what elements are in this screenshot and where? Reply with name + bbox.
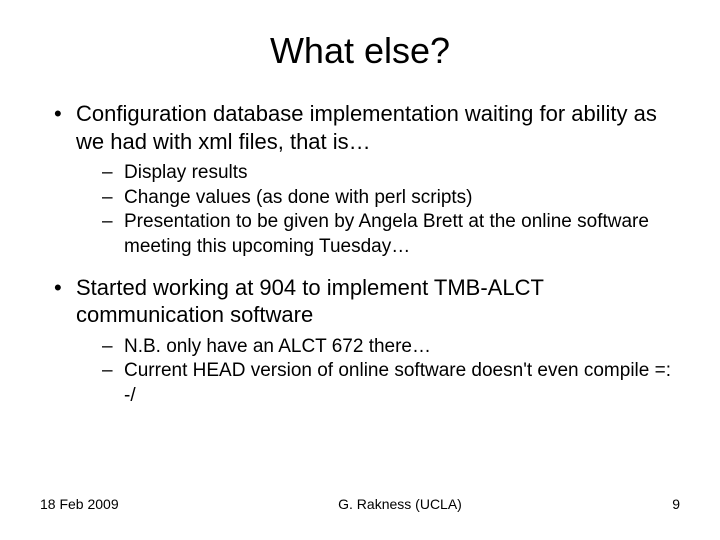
footer-page-number: 9	[640, 496, 680, 512]
list-item: Change values (as done with perl scripts…	[102, 186, 680, 211]
sub-bullet-text: Display results	[124, 162, 248, 183]
footer-date: 18 Feb 2009	[40, 496, 160, 512]
slide-footer: 18 Feb 2009 G. Rakness (UCLA) 9	[0, 496, 720, 512]
sub-list: Display results Change values (as done w…	[76, 161, 680, 260]
bullet-text: Started working at 904 to implement TMB-…	[76, 275, 544, 328]
sub-bullet-text: Current HEAD version of online software …	[124, 360, 671, 406]
sub-list: N.B. only have an ALCT 672 there… Curren…	[76, 335, 680, 409]
sub-bullet-text: N.B. only have an ALCT 672 there…	[124, 336, 431, 357]
list-item: N.B. only have an ALCT 672 there…	[102, 335, 680, 360]
sub-bullet-text: Presentation to be given by Angela Brett…	[124, 211, 649, 257]
bullet-list: Configuration database implementation wa…	[40, 100, 680, 409]
list-item: Configuration database implementation wa…	[50, 100, 680, 260]
list-item: Presentation to be given by Angela Brett…	[102, 210, 680, 259]
sub-bullet-text: Change values (as done with perl scripts…	[124, 187, 473, 208]
bullet-text: Configuration database implementation wa…	[76, 101, 657, 154]
list-item: Current HEAD version of online software …	[102, 359, 680, 408]
list-item: Started working at 904 to implement TMB-…	[50, 274, 680, 409]
slide-title: What else?	[40, 30, 680, 72]
footer-author: G. Rakness (UCLA)	[160, 496, 640, 512]
list-item: Display results	[102, 161, 680, 186]
